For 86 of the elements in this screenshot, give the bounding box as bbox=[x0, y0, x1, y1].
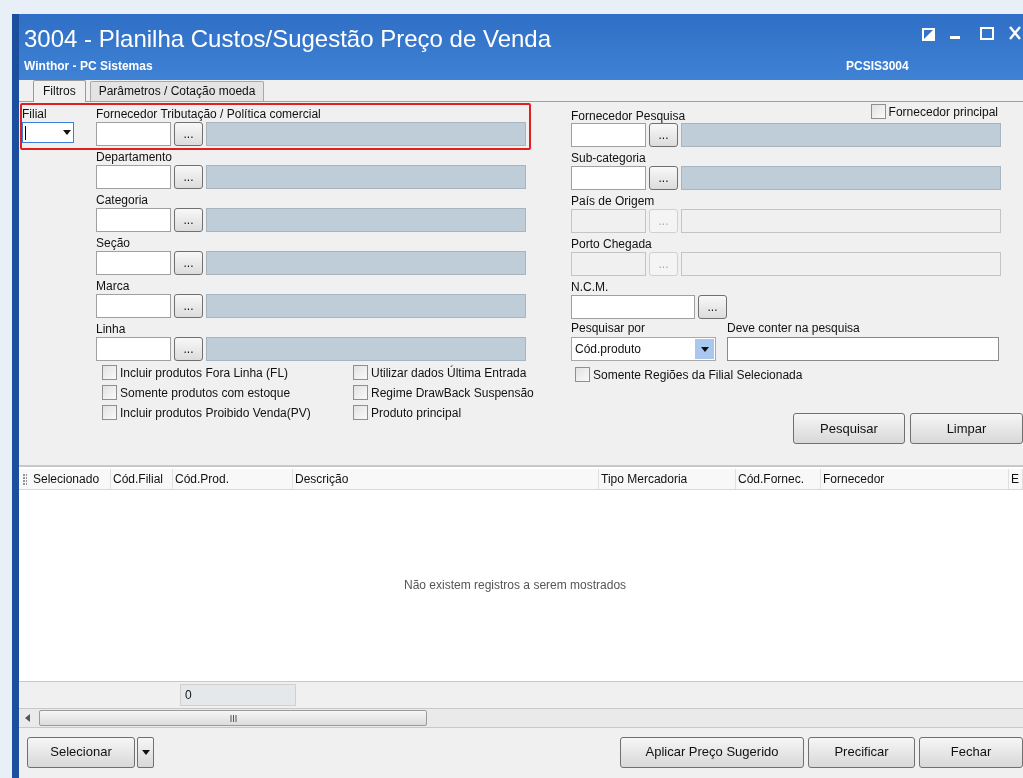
column-header[interactable]: Tipo Mercadoria bbox=[599, 469, 736, 489]
code-field[interactable] bbox=[96, 122, 171, 146]
code-field[interactable] bbox=[96, 251, 171, 275]
grip-icon bbox=[229, 714, 237, 722]
lookup-button[interactable]: ... bbox=[174, 122, 203, 146]
code-field[interactable] bbox=[571, 295, 695, 319]
checkbox-label: Utilizar dados Última Entrada bbox=[371, 364, 527, 382]
maximize-icon[interactable] bbox=[980, 27, 994, 40]
checkbox-label: Somente produtos com estoque bbox=[120, 384, 291, 402]
checkbox[interactable] bbox=[102, 365, 117, 380]
search-text-field[interactable] bbox=[727, 337, 999, 361]
tab[interactable]: Parâmetros / Cotação moeda bbox=[89, 81, 265, 101]
field-label: Linha bbox=[96, 321, 127, 337]
field-label: Filial bbox=[22, 106, 48, 122]
field-label: Seção bbox=[96, 235, 132, 251]
checkbox[interactable] bbox=[353, 365, 368, 380]
search-by-dropdown[interactable]: Cód.produto bbox=[571, 337, 716, 361]
checkbox-label: Incluir produtos Proibido Venda(PV) bbox=[120, 404, 311, 422]
lookup-button[interactable]: ... bbox=[649, 166, 678, 190]
checkbox-label: Regime DrawBack Suspensão bbox=[371, 384, 534, 402]
field-label: Pesquisar por bbox=[571, 320, 647, 337]
checkbox[interactable] bbox=[102, 385, 117, 400]
code-field[interactable] bbox=[96, 208, 171, 232]
horizontal-scrollbar[interactable] bbox=[19, 708, 1023, 728]
window-subtitle: Winthor - PC Sistemas bbox=[24, 58, 153, 75]
checkbox[interactable] bbox=[102, 405, 117, 420]
column-header[interactable]: Cód.Filial bbox=[111, 469, 173, 489]
field-label: Fornecedor Tributação / Política comercial bbox=[96, 106, 322, 122]
column-header[interactable]: Cód.Prod. bbox=[173, 469, 293, 489]
field-label: Categoria bbox=[96, 192, 150, 208]
lookup-button[interactable]: ... bbox=[174, 294, 203, 318]
action-button[interactable]: Aplicar Preço Sugerido bbox=[620, 736, 804, 768]
field-label: Porto Chegada bbox=[571, 236, 653, 252]
column-menu-icon[interactable] bbox=[23, 473, 27, 485]
dropdown-arrow-icon bbox=[700, 346, 709, 352]
code-field[interactable] bbox=[571, 166, 646, 190]
code-field[interactable] bbox=[96, 165, 171, 189]
checkbox[interactable] bbox=[870, 104, 886, 119]
caret-icon bbox=[141, 749, 150, 755]
checkbox-label: Produto principal bbox=[371, 404, 462, 422]
scroll-left-icon[interactable] bbox=[25, 714, 30, 722]
lookup-button[interactable]: ... bbox=[174, 165, 203, 189]
field-label: Marca bbox=[96, 278, 131, 294]
restore-icon[interactable] bbox=[922, 28, 935, 41]
dropdown-arrow-icon bbox=[63, 130, 71, 135]
checkbox-label: Somente Regiões da Filial Selecionada bbox=[593, 366, 803, 384]
field-label: Departamento bbox=[96, 149, 174, 165]
dropdown-value: Cód.produto bbox=[575, 341, 642, 358]
checkbox[interactable] bbox=[353, 405, 368, 420]
branch-dropdown[interactable] bbox=[22, 122, 74, 143]
action-button[interactable]: Fechar bbox=[919, 736, 1023, 768]
lookup-button[interactable]: ... bbox=[174, 337, 203, 361]
scroll-thumb[interactable] bbox=[39, 710, 427, 726]
checkbox-label: Fornecedor principal bbox=[888, 103, 998, 121]
checkbox[interactable] bbox=[353, 385, 368, 400]
code-field[interactable] bbox=[96, 337, 171, 361]
code-field[interactable] bbox=[96, 294, 171, 318]
window-title: 3004 - Planilha Custos/Sugestão Preço de Venda bbox=[24, 24, 552, 54]
action-button[interactable]: Pesquisar bbox=[793, 413, 905, 444]
lookup-button[interactable]: ... bbox=[698, 295, 727, 319]
lookup-button[interactable]: ... bbox=[174, 251, 203, 275]
column-header[interactable]: Fornecedor bbox=[821, 469, 1009, 489]
tab[interactable]: Filtros bbox=[33, 80, 86, 102]
field-label: Deve conter na pesquisa bbox=[727, 320, 861, 337]
checkbox[interactable] bbox=[575, 367, 590, 382]
total-field: 0 bbox=[180, 684, 296, 706]
program-code: PCSIS3004 bbox=[846, 58, 909, 75]
action-button[interactable]: Precificar bbox=[808, 736, 915, 768]
empty-message: Não existem registros a serem mostrados bbox=[404, 577, 627, 594]
column-header[interactable]: Cód.Fornec. bbox=[736, 469, 821, 489]
action-button[interactable]: Selecionar bbox=[27, 736, 135, 768]
lookup-button[interactable]: ... bbox=[174, 208, 203, 232]
code-field[interactable] bbox=[571, 123, 646, 147]
column-header[interactable]: E bbox=[1009, 469, 1023, 489]
checkbox-label: Incluir produtos Fora Linha (FL) bbox=[120, 364, 289, 382]
column-header[interactable]: Descrição bbox=[293, 469, 599, 489]
close-icon[interactable] bbox=[1009, 26, 1021, 40]
column-header[interactable]: Selecionado bbox=[31, 469, 111, 489]
field-label: País de Origem bbox=[571, 193, 656, 209]
minimize-icon[interactable] bbox=[950, 36, 960, 40]
action-button[interactable]: Limpar bbox=[910, 413, 1023, 444]
field-label: Fornecedor Pesquisa bbox=[571, 109, 686, 123]
lookup-button[interactable]: ... bbox=[649, 123, 678, 147]
field-label: N.C.M. bbox=[571, 279, 610, 295]
dropdown-button[interactable] bbox=[137, 736, 154, 768]
field-label: Sub-categoria bbox=[571, 150, 647, 166]
